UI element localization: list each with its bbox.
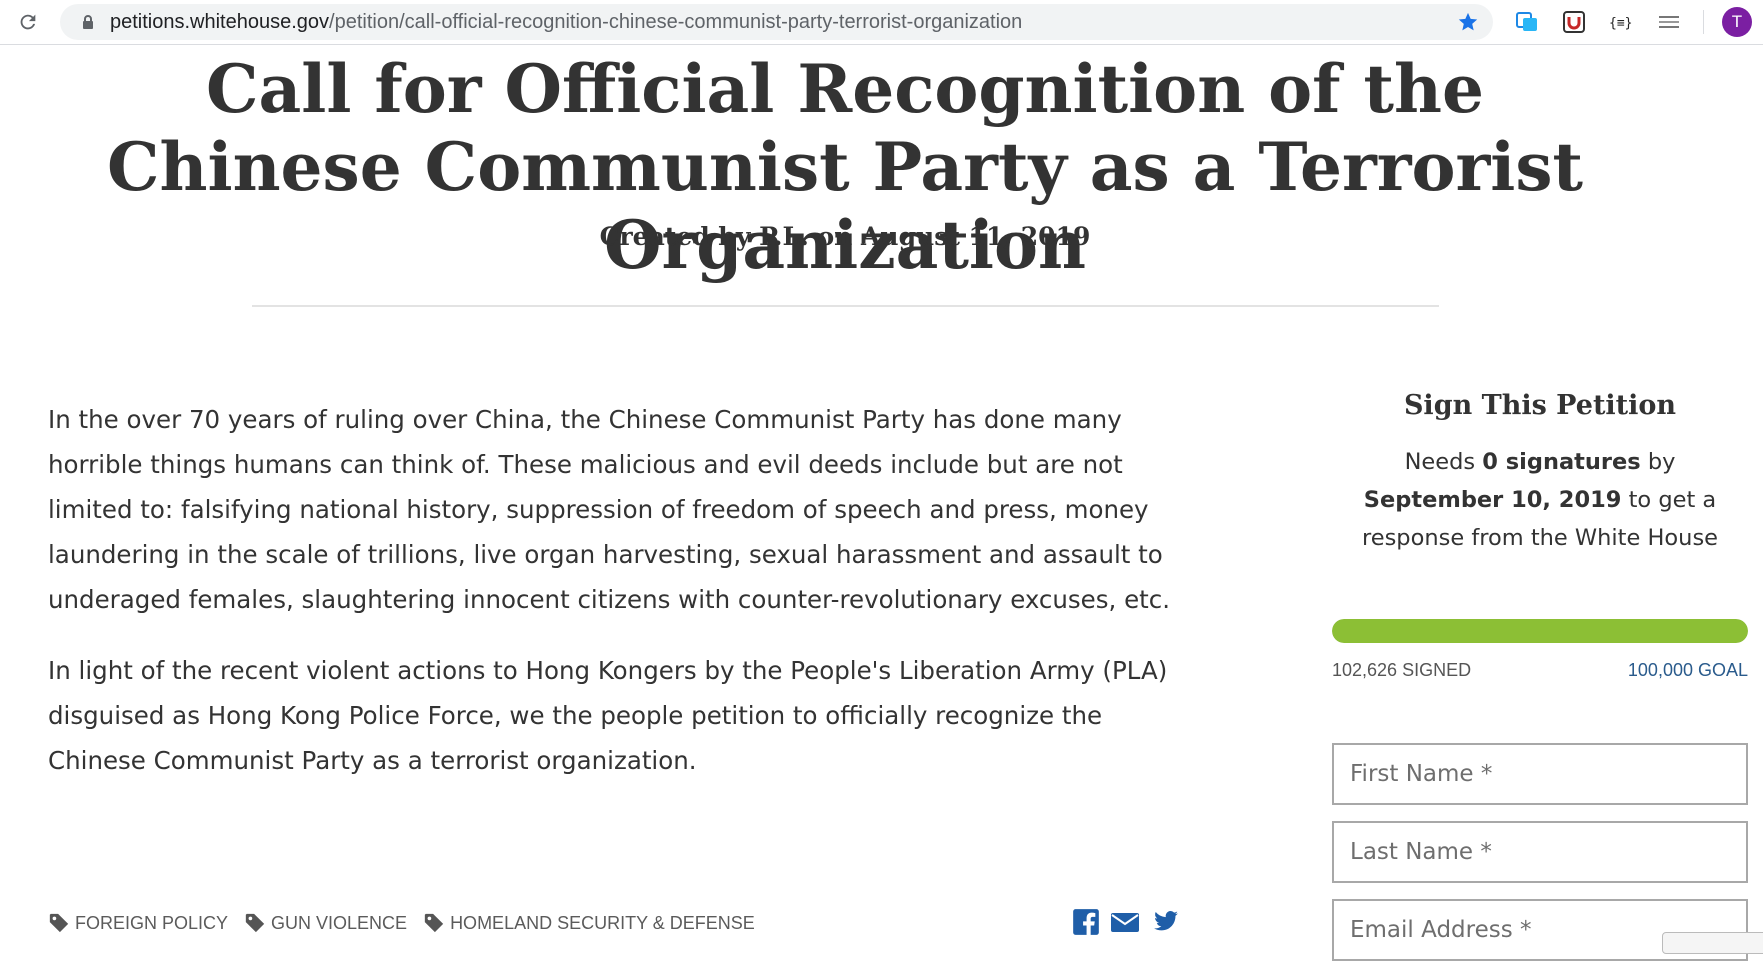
needs-mid: by: [1640, 449, 1676, 475]
profile-avatar[interactable]: T: [1722, 7, 1752, 37]
petition-paragraph: In the over 70 years of ruling over Chin…: [48, 405, 1171, 614]
facebook-icon[interactable]: [1072, 908, 1102, 938]
tag-link[interactable]: GUN VIOLENCE: [244, 908, 407, 938]
petition-byline: Created by P.L. on August 11, 2019: [599, 222, 1091, 251]
extension-icon[interactable]: [1560, 8, 1588, 36]
needs-count: 0 signatures: [1482, 449, 1641, 475]
last-name-field[interactable]: [1332, 821, 1748, 883]
signature-progress-fill: [1332, 619, 1748, 643]
sign-petition-heading: Sign This Petition: [1403, 390, 1677, 421]
status-overlay: [1662, 932, 1763, 954]
extension-icon[interactable]: [1655, 8, 1683, 36]
needs-prefix: Needs: [1404, 449, 1483, 475]
signature-goal: 100,000 GOAL: [1627, 660, 1748, 680]
title-divider: [252, 305, 1439, 307]
bookmark-star-icon[interactable]: [1457, 11, 1479, 33]
tag-link[interactable]: FOREIGN POLICY: [48, 908, 228, 938]
first-name-input[interactable]: [1350, 745, 1730, 803]
last-name-input[interactable]: [1350, 823, 1730, 881]
petition-body: In the over 70 years of ruling over Chin…: [48, 397, 1178, 809]
tag-icon: [245, 913, 265, 933]
signed-count: 102,626 SIGNED: [1332, 660, 1472, 680]
signature-progress-bar: [1332, 619, 1748, 643]
toolbar-divider: [1703, 10, 1704, 34]
extension-icon[interactable]: {≡}: [1607, 8, 1635, 36]
url-text: petitions.whitehouse.gov/petition/call-o…: [110, 4, 1022, 40]
sign-petition-panel: Sign This Petition Needs 0 signatures by…: [1332, 390, 1748, 961]
issue-tags: FOREIGN POLICY GUN VIOLENCE HOMELAND SEC…: [48, 908, 755, 938]
tag-label: GUN VIOLENCE: [271, 912, 408, 933]
reload-icon[interactable]: [14, 8, 42, 36]
tag-link[interactable]: HOMELAND SECURITY & DEFENSE: [423, 908, 755, 938]
url-path: /petition/call-official-recognition-chin…: [329, 11, 1023, 33]
browser-toolbar: petitions.whitehouse.gov/petition/call-o…: [0, 0, 1763, 45]
petition-paragraph: In light of the recent violent actions t…: [48, 656, 1168, 775]
tag-label: HOMELAND SECURITY & DEFENSE: [450, 912, 755, 933]
needs-date: September 10, 2019: [1363, 487, 1622, 513]
email-icon[interactable]: [1110, 908, 1140, 938]
tag-label: FOREIGN POLICY: [75, 912, 229, 933]
first-name-field[interactable]: [1332, 743, 1748, 805]
address-bar[interactable]: petitions.whitehouse.gov/petition/call-o…: [60, 4, 1493, 40]
twitter-icon[interactable]: [1152, 908, 1182, 938]
tag-icon: [424, 913, 444, 933]
tag-icon: [49, 913, 69, 933]
lock-icon[interactable]: [80, 14, 96, 30]
svg-text:{≡}: {≡}: [1609, 16, 1632, 31]
url-host: petitions.whitehouse.gov: [110, 11, 330, 33]
signature-requirement: Needs 0 signatures by September 10, 2019…: [1332, 443, 1748, 557]
extension-icon[interactable]: [1513, 8, 1541, 36]
